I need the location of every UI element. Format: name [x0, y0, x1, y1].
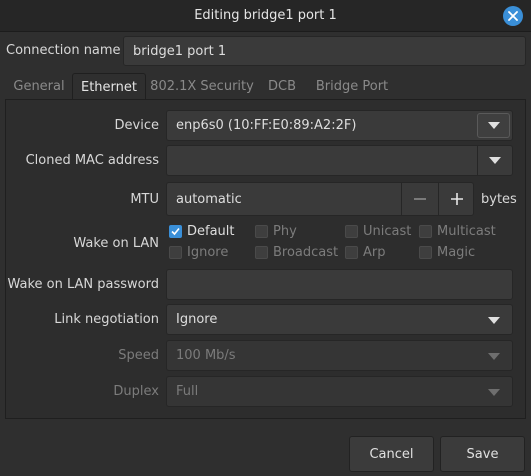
cancel-button[interactable]: Cancel [349, 436, 434, 472]
device-combo[interactable]: enp6s0 (10:FF:E0:89:A2:2F) [166, 110, 513, 141]
chevron-down-icon [488, 352, 500, 360]
device-value: enp6s0 (10:FF:E0:89:A2:2F) [176, 118, 357, 133]
checkbox-box [419, 246, 432, 259]
plus-icon [450, 193, 463, 205]
link-negotiation-combo[interactable]: Ignore [166, 304, 513, 335]
wol-ignore-checkbox[interactable]: Ignore [169, 245, 228, 260]
wol-default-checkbox[interactable]: Default [169, 224, 235, 239]
wol-phy-checkbox[interactable]: Phy [255, 224, 297, 239]
close-button[interactable] [503, 6, 523, 26]
wol-arp-label: Arp [363, 245, 386, 260]
minus-icon [414, 198, 426, 200]
wol-phy-label: Phy [273, 224, 297, 239]
chevron-down-icon [487, 122, 500, 129]
mtu-increment-button[interactable] [438, 183, 474, 215]
tab-dcb[interactable]: DCB [258, 73, 306, 100]
cloned-mac-dropdown-button[interactable] [477, 146, 512, 175]
wol-broadcast-label: Broadcast [273, 245, 339, 260]
cloned-mac-combo[interactable] [166, 145, 513, 176]
connection-name-input[interactable]: bridge1 port 1 [123, 36, 526, 66]
chevron-down-icon [488, 388, 500, 396]
link-negotiation-label: Link negotiation [54, 312, 159, 327]
tab-general[interactable]: General [6, 73, 72, 100]
wol-broadcast-checkbox[interactable]: Broadcast [255, 245, 338, 260]
device-dropdown-button[interactable] [477, 113, 510, 138]
title-bar: Editing bridge1 port 1 [0, 0, 531, 32]
checkbox-box [169, 246, 182, 259]
mtu-value: automatic [176, 191, 242, 207]
wol-ignore-label: Ignore [187, 245, 229, 260]
close-icon [508, 11, 518, 21]
connection-name-label: Connection name [6, 43, 121, 58]
checkbox-box [345, 225, 358, 238]
device-label: Device [114, 118, 159, 133]
mtu-decrement-button[interactable] [401, 183, 438, 215]
wol-arp-checkbox[interactable]: Arp [345, 245, 386, 260]
checkbox-box [255, 246, 268, 259]
wol-unicast-checkbox[interactable]: Unicast [345, 224, 411, 239]
speed-combo[interactable]: 100 Mb/s [166, 340, 513, 371]
wol-password-input[interactable] [166, 269, 513, 300]
wake-on-lan-label: Wake on LAN [73, 236, 159, 251]
checkbox-box [169, 225, 182, 238]
mtu-unit: bytes [481, 192, 517, 207]
chevron-down-icon [488, 316, 500, 324]
chevron-down-icon [489, 157, 501, 164]
checkmark-icon [171, 227, 180, 236]
link-negotiation-value: Ignore [176, 312, 218, 327]
wol-magic-label: Magic [437, 245, 476, 260]
wol-unicast-label: Unicast [363, 224, 412, 239]
mtu-spinbox[interactable]: automatic [166, 182, 474, 216]
duplex-value: Full [176, 384, 199, 399]
mtu-label: MTU [130, 192, 159, 207]
wol-default-label: Default [187, 224, 235, 239]
cloned-mac-label: Cloned MAC address [25, 153, 159, 168]
speed-label: Speed [118, 348, 159, 363]
wol-multicast-label: Multicast [437, 224, 496, 239]
wol-password-label: Wake on LAN password [7, 277, 159, 292]
wol-magic-checkbox[interactable]: Magic [419, 245, 475, 260]
speed-value: 100 Mb/s [176, 348, 236, 363]
checkbox-box [255, 225, 268, 238]
tab-ethernet[interactable]: Ethernet [72, 73, 146, 100]
checkbox-box [345, 246, 358, 259]
duplex-combo[interactable]: Full [166, 376, 513, 407]
checkbox-box [419, 225, 432, 238]
save-button[interactable]: Save [440, 436, 525, 472]
window-title: Editing bridge1 port 1 [194, 8, 337, 23]
tab-bridge-port[interactable]: Bridge Port [306, 73, 398, 100]
wol-multicast-checkbox[interactable]: Multicast [419, 224, 496, 239]
duplex-label: Duplex [113, 384, 159, 399]
tab-8021x-security[interactable]: 802.1X Security [146, 73, 258, 100]
connection-name-value: bridge1 port 1 [133, 43, 227, 59]
